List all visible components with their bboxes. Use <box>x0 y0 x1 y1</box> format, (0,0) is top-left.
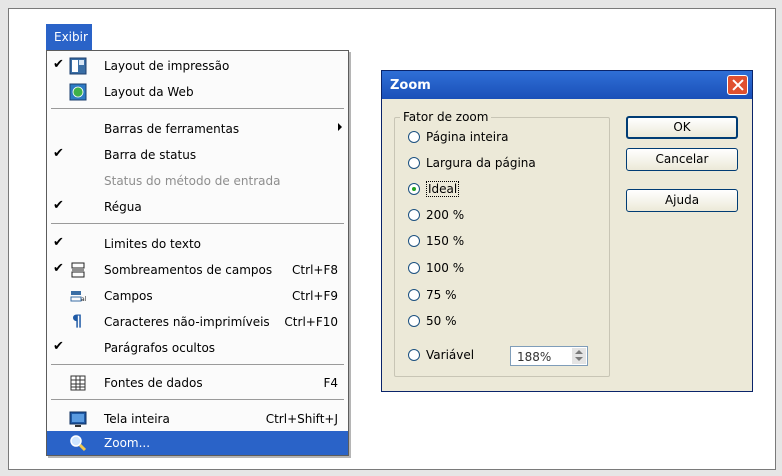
pilcrow-icon: ¶ <box>72 311 83 330</box>
menu-title-label: Exibir <box>54 30 88 44</box>
menu-item-label: Tela inteira <box>104 412 170 426</box>
radio-label: Variável <box>426 348 475 362</box>
menu-item-zoom[interactable]: Zoom... <box>47 431 348 455</box>
menu-item-caracteres-nao-imprimiveis[interactable]: ¶ Caracteres não-imprimíveis Ctrl+F10 <box>47 310 348 334</box>
dialog-titlebar[interactable]: Zoom <box>382 71 752 99</box>
radio-circle <box>408 157 420 169</box>
radio-circle <box>408 131 420 143</box>
radio-circle <box>408 235 420 247</box>
radio-label: 50 % <box>426 314 457 328</box>
spin-down-icon[interactable] <box>575 357 583 361</box>
menu-item-label: Campos <box>104 289 153 303</box>
menu-item-shortcut: Ctrl+F8 <box>292 263 338 277</box>
web-layout-icon <box>69 83 87 101</box>
view-menu-dropdown: ✔ Layout de impressão Layout da Web Barr… <box>46 50 349 456</box>
menu-item-shortcut: Ctrl+F9 <box>292 289 338 303</box>
spin-up-icon[interactable] <box>575 350 583 354</box>
menu-item-layout-web[interactable]: Layout da Web <box>47 80 348 104</box>
menu-separator <box>51 399 344 400</box>
menu-item-shortcut: Ctrl+Shift+J <box>265 412 338 426</box>
radio-label: 150 % <box>426 234 465 248</box>
zoom-dialog: Zoom Fator de zoom Página inteira Largur… <box>381 70 753 392</box>
menu-item-layout-impressao[interactable]: ✔ Layout de impressão <box>47 54 348 78</box>
radio-circle-selected <box>408 183 420 195</box>
radio-label: Página inteira <box>426 130 509 144</box>
menu-item-label: Barra de status <box>104 148 197 162</box>
radio-circle <box>408 262 420 274</box>
menu-separator <box>51 108 344 109</box>
menu-exibir[interactable]: Exibir <box>46 24 92 50</box>
help-button[interactable]: Ajuda <box>626 189 738 212</box>
cancel-button[interactable]: Cancelar <box>626 148 738 171</box>
menu-item-campos[interactable]: al Campos Ctrl+F9 <box>47 284 348 308</box>
submenu-arrow-icon <box>338 123 342 131</box>
radio-label: 200 % <box>426 208 465 222</box>
variable-zoom-spinner[interactable]: 188% <box>510 346 588 366</box>
svg-text:al: al <box>81 296 87 303</box>
radio-circle <box>408 209 420 221</box>
menu-item-limites-texto[interactable]: ✔ Limites do texto <box>47 232 348 256</box>
menu-item-label: Parágrafos ocultos <box>104 341 216 355</box>
radio-label: 75 % <box>426 288 457 302</box>
fields-icon: al <box>69 287 87 305</box>
menu-item-label: Layout da Web <box>104 85 194 99</box>
radio-circle <box>408 289 420 301</box>
menu-item-label: Limites do texto <box>104 237 201 251</box>
check-icon: ✔ <box>53 57 64 72</box>
menu-item-status-metodo-entrada: Status do método de entrada <box>47 169 348 193</box>
menu-item-label: Barras de ferramentas <box>104 122 240 136</box>
check-icon: ✔ <box>53 146 64 161</box>
menu-item-fontes-dados[interactable]: Fontes de dados F4 <box>47 371 348 395</box>
full-screen-icon <box>69 410 87 428</box>
menu-item-barra-status[interactable]: ✔ Barra de status <box>47 143 348 167</box>
menu-item-shortcut: F4 <box>323 376 338 390</box>
check-icon: ✔ <box>53 235 64 250</box>
print-layout-icon <box>69 57 87 75</box>
dialog-title: Zoom <box>390 78 431 93</box>
radio-label: 100 % <box>426 261 465 275</box>
menu-item-barras-ferramentas[interactable]: Barras de ferramentas <box>47 117 348 141</box>
menu-item-regua[interactable]: ✔ Régua <box>47 195 348 219</box>
menu-item-shortcut: Ctrl+F10 <box>284 315 338 329</box>
spinner-arrows[interactable] <box>572 348 586 364</box>
menu-item-label: Sombreamentos de campos <box>104 263 273 277</box>
menu-item-label: Caracteres não-imprimíveis <box>104 315 270 329</box>
ok-button[interactable]: OK <box>626 116 738 139</box>
radio-label: Ideal <box>426 181 460 197</box>
field-shading-icon <box>69 261 87 279</box>
radio-circle <box>408 315 420 327</box>
radio-circle <box>408 349 420 361</box>
check-icon: ✔ <box>53 339 64 354</box>
menu-item-label: Status do método de entrada <box>104 174 281 188</box>
check-icon: ✔ <box>53 261 64 276</box>
menu-item-label: Layout de impressão <box>104 59 230 73</box>
radio-label: Largura da página <box>426 156 536 170</box>
data-sources-icon <box>69 374 87 392</box>
magnifier-icon <box>69 434 87 452</box>
menu-separator <box>51 223 344 224</box>
menu-item-paragrafos-ocultos[interactable]: ✔ Parágrafos ocultos <box>47 336 348 360</box>
menu-item-tela-inteira[interactable]: Tela inteira Ctrl+Shift+J <box>47 407 348 431</box>
check-icon: ✔ <box>53 198 64 213</box>
close-icon[interactable] <box>727 75 748 95</box>
group-label: Fator de zoom <box>400 110 492 124</box>
menu-item-label: Zoom... <box>104 436 151 450</box>
menu-item-sombreamentos-campos[interactable]: ✔ Sombreamentos de campos Ctrl+F8 <box>47 258 348 282</box>
menu-separator <box>51 364 344 365</box>
menu-item-label: Régua <box>104 200 142 214</box>
variable-zoom-value: 188% <box>517 350 552 364</box>
menu-item-label: Fontes de dados <box>104 376 203 390</box>
